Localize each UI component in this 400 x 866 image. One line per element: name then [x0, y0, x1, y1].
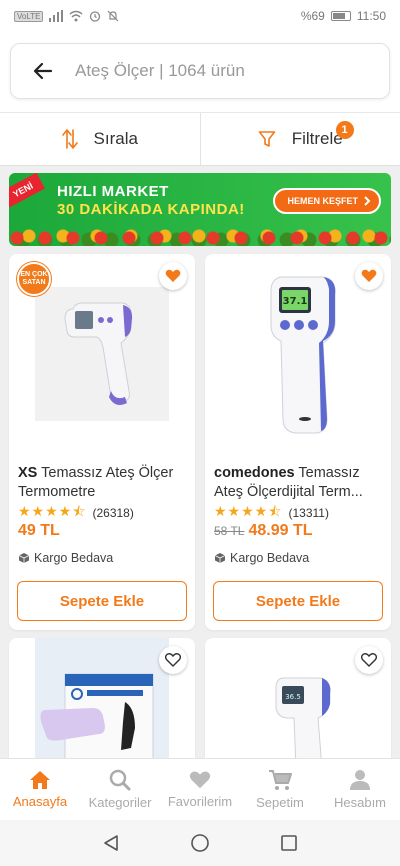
filter-button[interactable]: Filtrele 1 [199, 113, 400, 165]
rating-count: (26318) [92, 506, 134, 520]
product-price: 58 TL 48.99 TL [214, 522, 313, 540]
home-circle-icon[interactable] [190, 833, 210, 853]
alarm-icon [90, 11, 101, 22]
add-to-cart-button[interactable]: Sepete Ekle [213, 581, 383, 621]
product-price: 49 TL [18, 522, 60, 540]
user-icon [350, 770, 370, 790]
battery-icon [330, 11, 351, 21]
cargo-text: Kargo Bedava [34, 551, 114, 565]
favorite-button[interactable] [159, 646, 187, 674]
product-card[interactable]: EN ÇOK SATAN XS Temassız Ateş Ölçer Termo… [9, 254, 195, 630]
sort-button[interactable]: Sırala [0, 113, 200, 165]
nav-home-label: Anasayfa [12, 794, 68, 809]
nav-account-label: Hesabım [333, 795, 387, 810]
promo-banner[interactable]: YENİ HIZLI MARKET 30 DAKİKADA KAPINDA! H… [9, 173, 391, 246]
battery-percent: %69 [300, 9, 325, 23]
nav-account[interactable]: Hesabım [320, 759, 400, 820]
status-left: VoLTE [14, 10, 119, 22]
favorite-button[interactable] [355, 262, 383, 290]
product-title[interactable]: XS Temassız Ateş Ölçer Termometre [18, 464, 187, 502]
filter-label: Filtrele [291, 129, 343, 148]
current-price: 48.99 TL [248, 522, 313, 539]
box-icon [18, 553, 30, 563]
thermometer-image: 37.1 [270, 276, 336, 434]
favorite-button[interactable] [355, 646, 383, 674]
nav-home[interactable]: Anasayfa [0, 759, 80, 820]
recents-square-icon[interactable] [280, 834, 298, 852]
product-image[interactable]: 37.1 [205, 264, 391, 444]
home-icon [30, 771, 50, 789]
sort-icon [61, 129, 78, 149]
current-price: 49 TL [18, 522, 60, 539]
system-navigation-bar [0, 820, 400, 866]
search-icon [109, 769, 131, 791]
heart-icon [189, 771, 211, 789]
status-bar: VoLTE %69 11:50 [0, 0, 400, 32]
best-seller-ribbon: EN ÇOK SATAN [17, 262, 51, 296]
product-card[interactable]: 37.1 comedones Temassız Ateş Ölçerdijita… [205, 254, 391, 630]
filter-count-badge: 1 [335, 121, 354, 139]
banner-title: HIZLI MARKET [57, 183, 169, 200]
chevron-right-icon [364, 196, 371, 206]
banner-cta-button[interactable]: HEMEN KEŞFET [273, 188, 381, 214]
thermometer-image [35, 287, 169, 421]
search-box[interactable]: Ateş Ölçer | 1064 ürün [10, 43, 390, 99]
wifi-icon [69, 10, 83, 22]
free-shipping-label: Kargo Bedava [214, 551, 309, 565]
rating-count: (13311) [288, 506, 329, 520]
nav-cart[interactable]: Sepetim [240, 759, 320, 820]
free-shipping-label: Kargo Bedava [18, 551, 113, 565]
bottom-navigation: Anasayfa Kategoriler Favorilerim Sepetim… [0, 758, 400, 820]
banner-new-ribbon: YENİ [9, 173, 45, 208]
heart-outline-icon [361, 653, 377, 667]
back-triangle-icon[interactable] [102, 834, 120, 852]
add-to-cart-button[interactable]: Sepete Ekle [17, 581, 187, 621]
svg-text:36.5: 36.5 [285, 693, 301, 701]
filter-icon [258, 131, 276, 147]
heart-outline-icon [165, 653, 181, 667]
heart-filled-icon [361, 269, 377, 282]
nav-categories[interactable]: Kategoriler [80, 759, 160, 820]
cargo-text: Kargo Bedava [230, 551, 310, 565]
search-query[interactable]: Ateş Ölçer | 1064 ürün [75, 61, 245, 81]
nav-favorites-label: Favorilerim [167, 794, 233, 809]
signal-icon [49, 10, 64, 22]
nav-cart-label: Sepetim [256, 795, 304, 810]
svg-text:37.1: 37.1 [283, 296, 308, 307]
product-name: Temassız Ateş Ölçer Termometre [18, 465, 174, 500]
box-icon [214, 553, 226, 563]
banner-subtitle: 30 DAKİKADA KAPINDA! [57, 201, 245, 218]
header: Ateş Ölçer | 1064 ürün [0, 32, 400, 112]
heart-filled-icon [165, 269, 181, 282]
old-price: 58 TL [214, 524, 245, 538]
mute-icon [107, 10, 119, 22]
sort-filter-bar: Sırala Filtrele 1 [0, 112, 400, 166]
sort-label: Sırala [93, 129, 138, 148]
thermometer-image: 36.5 [275, 677, 331, 768]
nav-categories-label: Kategoriler [88, 795, 152, 810]
banner-cta-label: HEMEN KEŞFET [287, 196, 358, 206]
product-brand: comedones [214, 465, 295, 481]
favorite-button[interactable] [159, 262, 187, 290]
banner-vegetables-image [9, 228, 391, 246]
network-badge: VoLTE [14, 10, 44, 22]
product-brand: XS [18, 465, 38, 481]
status-right: %69 11:50 [301, 9, 386, 23]
product-title[interactable]: comedones Temassız Ateş Ölçerdijital Ter… [214, 464, 383, 502]
nav-favorites[interactable]: Favorilerim [160, 759, 240, 820]
cart-icon [269, 770, 292, 790]
clock: 11:50 [356, 9, 386, 23]
thermometer-box-image [35, 638, 169, 768]
back-arrow-icon[interactable] [31, 59, 55, 83]
